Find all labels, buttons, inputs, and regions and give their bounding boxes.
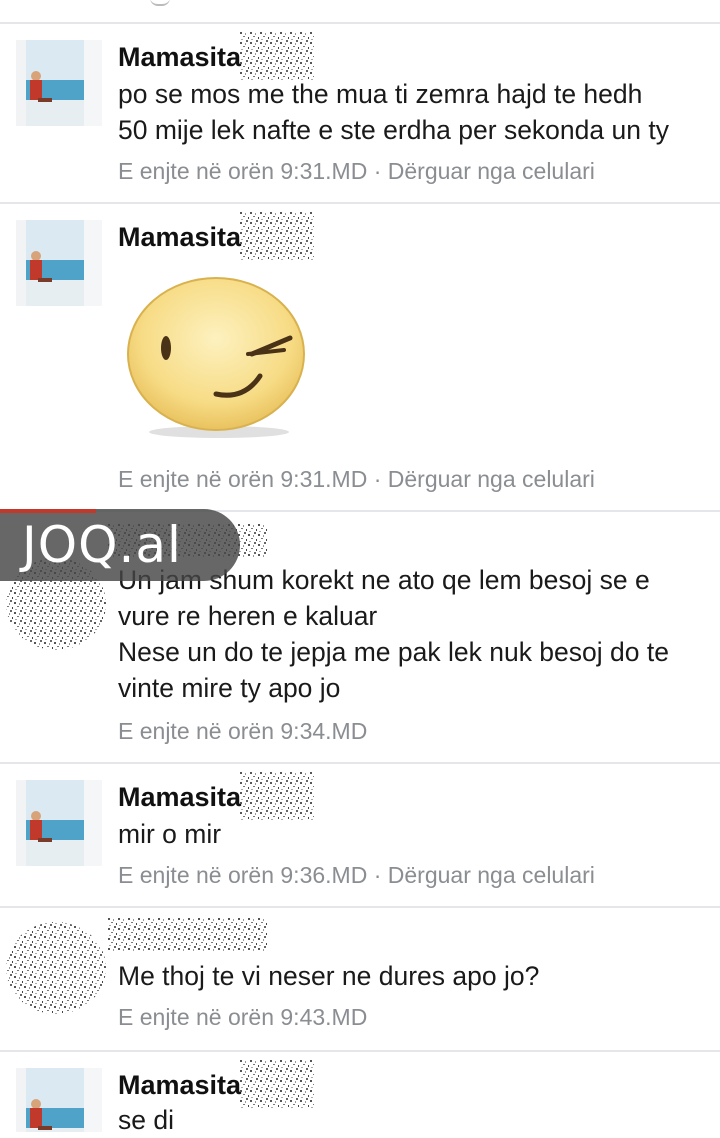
previous-message-cutoff — [0, 0, 720, 22]
sent-via: Dërguar nga celulari — [387, 158, 595, 184]
message-meta: E enjte në orën 9:31.MD · Dërguar nga ce… — [118, 158, 595, 185]
message-item[interactable]: Mamasita po se mos me the mua ti zemra h… — [0, 24, 720, 202]
message-text: se di — [118, 1105, 174, 1135]
message-text: Un jam shum korekt ne ato qe lem besoj s… — [118, 565, 669, 703]
message-time: E enjte në orën 9:43.MD — [118, 1004, 368, 1030]
message-meta: E enjte në orën 9:31.MD · Dërguar nga ce… — [118, 466, 595, 493]
sender-avatar[interactable] — [16, 780, 102, 866]
message-meta: E enjte në orën 9:36.MD · Dërguar nga ce… — [118, 862, 595, 889]
redacted-name-blur — [108, 918, 268, 952]
message-item[interactable]: Me thoj te vi neser ne dures apo jo? E e… — [0, 908, 720, 1050]
message-item[interactable]: Mamasita E enjte në orën 9:31.MD · Dërgu… — [0, 204, 720, 510]
sender-name[interactable]: Mamasita — [118, 1069, 241, 1101]
meta-separator: · — [367, 158, 388, 184]
redacted-avatar[interactable] — [4, 916, 108, 1020]
sender-avatar[interactable] — [16, 1068, 102, 1132]
redacted-name-blur — [240, 212, 314, 260]
message-time: E enjte në orën 9:31.MD — [118, 158, 368, 184]
message-meta: E enjte në orën 9:43.MD — [118, 1004, 367, 1031]
winking-face-sticker[interactable] — [124, 272, 314, 442]
message-time: E enjte në orën 9:36.MD — [118, 862, 368, 888]
message-text: Me thoj te vi neser ne dures apo jo? — [118, 961, 540, 991]
meta-separator: · — [367, 862, 388, 888]
sender-avatar[interactable] — [16, 220, 102, 306]
sender-avatar[interactable] — [16, 40, 102, 126]
redacted-name-blur — [240, 772, 314, 820]
message-text: mir o mir — [118, 819, 222, 849]
sent-via: Dërguar nga celulari — [387, 466, 595, 492]
message-item[interactable]: Mamasita se di — [0, 1052, 720, 1135]
redacted-name-blur — [240, 1060, 314, 1108]
message-meta: E enjte në orën 9:34.MD — [118, 718, 367, 745]
sender-name[interactable]: Mamasita — [118, 41, 241, 73]
sender-name[interactable]: Mamasita — [118, 221, 241, 253]
message-item[interactable]: Mamasita mir o mir E enjte në orën 9:36.… — [0, 764, 720, 906]
redacted-name-blur — [240, 32, 314, 80]
sent-via: Dërguar nga celulari — [387, 862, 595, 888]
watermark-text: JOQ.al — [22, 516, 182, 574]
message-time: E enjte në orën 9:31.MD — [118, 466, 368, 492]
message-time: E enjte në orën 9:34.MD — [118, 718, 368, 744]
site-watermark: JOQ.al — [0, 509, 240, 581]
meta-separator: · — [367, 466, 388, 492]
message-text: po se mos me the mua ti zemra hajd te he… — [118, 79, 669, 145]
sender-name[interactable]: Mamasita — [118, 781, 241, 813]
